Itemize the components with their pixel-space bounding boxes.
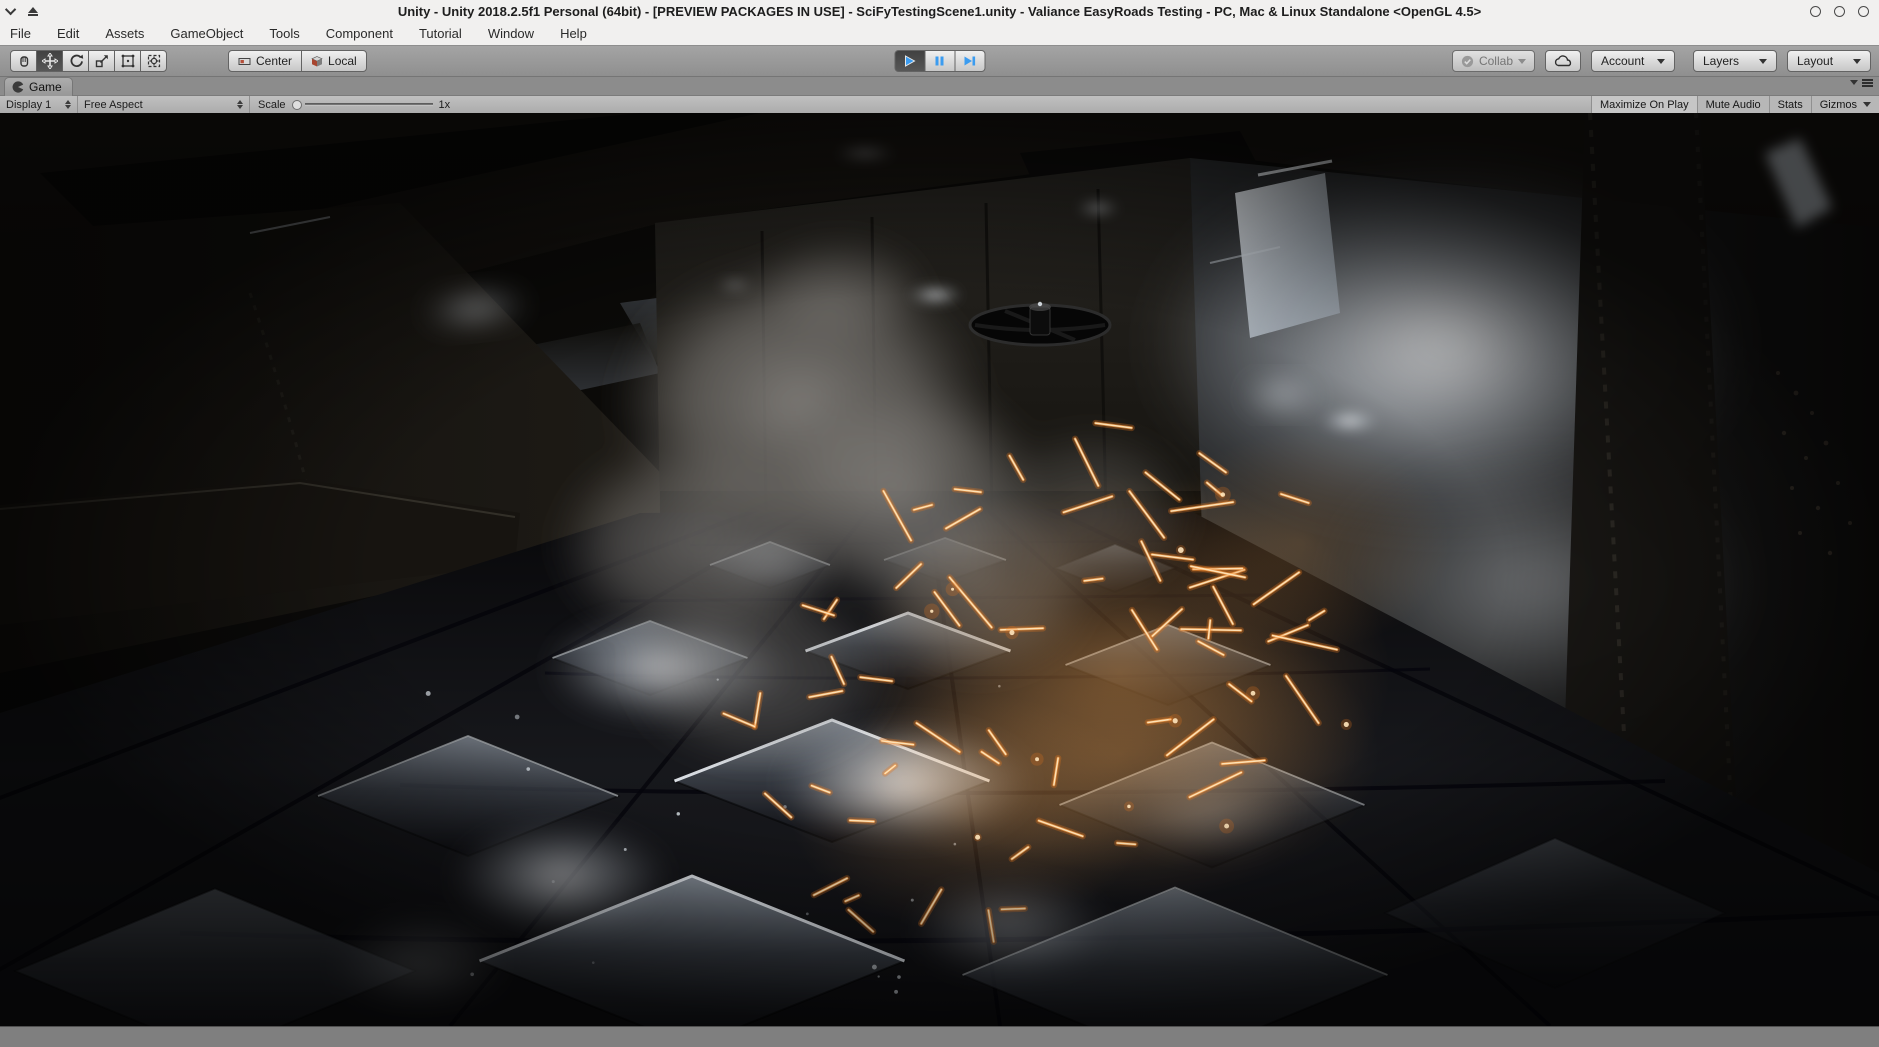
stats-label: Stats xyxy=(1777,98,1803,111)
pivot-local-icon xyxy=(311,55,323,66)
scale-slider-group: Scale 1x xyxy=(250,96,458,113)
hand-tool-button[interactable] xyxy=(10,50,37,72)
display-dropdown[interactable]: Display 1 xyxy=(0,96,78,113)
tab-menu-icon[interactable] xyxy=(1862,81,1873,84)
pivot-local-label: Local xyxy=(328,54,357,68)
aspect-dropdown-value: Free Aspect xyxy=(84,98,143,111)
pause-icon xyxy=(935,56,944,66)
mute-audio-button[interactable]: Mute Audio xyxy=(1696,96,1769,113)
rect-tool-icon xyxy=(121,54,134,68)
collab-check-icon xyxy=(1461,55,1474,67)
rotate-icon xyxy=(70,54,83,68)
menu-help[interactable]: Help xyxy=(560,26,587,41)
menu-tools[interactable]: Tools xyxy=(269,26,299,41)
title-bar: Unity - Unity 2018.2.5f1 Personal (64bit… xyxy=(0,0,1879,22)
tab-menu-arrow-icon[interactable] xyxy=(1850,80,1858,85)
tab-game[interactable]: Game xyxy=(4,77,73,96)
scale-tool-button[interactable] xyxy=(88,50,115,72)
dropdown-arrow-icon xyxy=(1759,58,1767,64)
updown-arrow-icon xyxy=(65,100,71,109)
layout-dropdown[interactable]: Layout xyxy=(1787,50,1871,72)
menu-assets[interactable]: Assets xyxy=(105,26,144,41)
transform-icon xyxy=(147,54,160,68)
menu-file[interactable]: File xyxy=(10,26,31,41)
play-icon xyxy=(905,55,916,67)
tab-game-label: Game xyxy=(29,80,62,94)
window-title: Unity - Unity 2018.2.5f1 Personal (64bit… xyxy=(397,3,1482,19)
dropdown-arrow-icon xyxy=(1657,58,1665,64)
dropdown-arrow-icon xyxy=(1518,58,1526,64)
dropdown-arrow-icon xyxy=(1863,102,1871,107)
collab-button[interactable]: Collab xyxy=(1451,50,1535,72)
window-minimize-button[interactable] xyxy=(1810,5,1821,17)
status-bar xyxy=(0,1026,1879,1047)
mute-audio-label: Mute Audio xyxy=(1705,98,1761,111)
account-dropdown[interactable]: Account xyxy=(1591,50,1675,72)
menu-bar: File Edit Assets GameObject Tools Compon… xyxy=(0,22,1879,46)
display-dropdown-value: Display 1 xyxy=(6,98,52,111)
menu-tutorial[interactable]: Tutorial xyxy=(419,26,462,41)
pause-button[interactable] xyxy=(924,50,955,72)
dropdown-arrow-icon xyxy=(1853,58,1861,64)
eject-icon[interactable] xyxy=(28,6,38,16)
rotate-tool-button[interactable] xyxy=(62,50,89,72)
menu-window[interactable]: Window xyxy=(488,26,534,41)
main-toolbar: Center Local Collab Account Layers Layou… xyxy=(0,46,1879,77)
stats-button[interactable]: Stats xyxy=(1768,96,1811,113)
menu-gameobject[interactable]: GameObject xyxy=(170,26,243,41)
scale-value: 1x xyxy=(438,98,451,111)
scale-label: Scale xyxy=(258,98,286,111)
layers-label: Layers xyxy=(1703,54,1740,68)
move-tool-button[interactable] xyxy=(36,50,63,72)
hand-icon xyxy=(19,56,28,67)
rect-tool-button[interactable] xyxy=(114,50,141,72)
scale-slider-track[interactable] xyxy=(304,103,433,106)
game-viewport[interactable] xyxy=(0,113,1879,1026)
scale-slider-knob[interactable] xyxy=(291,99,302,110)
window-close-button[interactable] xyxy=(1858,5,1869,17)
pivot-center-icon xyxy=(238,57,251,65)
updown-arrow-icon xyxy=(237,100,243,109)
gizmos-label: Gizmos xyxy=(1819,98,1857,111)
move-icon xyxy=(41,53,58,69)
account-label: Account xyxy=(1601,54,1645,68)
layers-dropdown[interactable]: Layers xyxy=(1693,50,1777,72)
cloud-button[interactable] xyxy=(1545,50,1581,72)
pivot-center-label: Center xyxy=(256,54,293,68)
aspect-dropdown[interactable]: Free Aspect xyxy=(78,96,250,113)
step-icon xyxy=(964,56,976,66)
cloud-icon xyxy=(1554,55,1571,67)
game-viewport-render xyxy=(0,113,1879,1026)
maximize-on-play-button[interactable]: Maximize On Play xyxy=(1590,96,1697,113)
game-view-icon xyxy=(12,81,24,93)
transform-tool-button[interactable] xyxy=(140,50,167,72)
gizmos-dropdown[interactable]: Gizmos xyxy=(1810,96,1879,113)
window-maximize-button[interactable] xyxy=(1834,5,1845,17)
pivot-center-button[interactable]: Center xyxy=(228,50,303,72)
play-button[interactable] xyxy=(894,50,925,72)
step-button[interactable] xyxy=(954,50,985,72)
unity-editor-window: Unity - Unity 2018.2.5f1 Personal (64bit… xyxy=(0,0,1879,1047)
collab-label: Collab xyxy=(1478,54,1513,68)
layout-label: Layout xyxy=(1797,54,1834,68)
game-tab-bar: Game xyxy=(0,77,1879,96)
maximize-on-play-label: Maximize On Play xyxy=(1599,98,1689,111)
menu-component[interactable]: Component xyxy=(326,26,393,41)
menu-edit[interactable]: Edit xyxy=(57,26,79,41)
scale-icon xyxy=(95,55,108,68)
game-view-toolbar: Display 1 Free Aspect Scale 1x Maximize … xyxy=(0,96,1879,113)
pivot-local-button[interactable]: Local xyxy=(301,50,367,72)
